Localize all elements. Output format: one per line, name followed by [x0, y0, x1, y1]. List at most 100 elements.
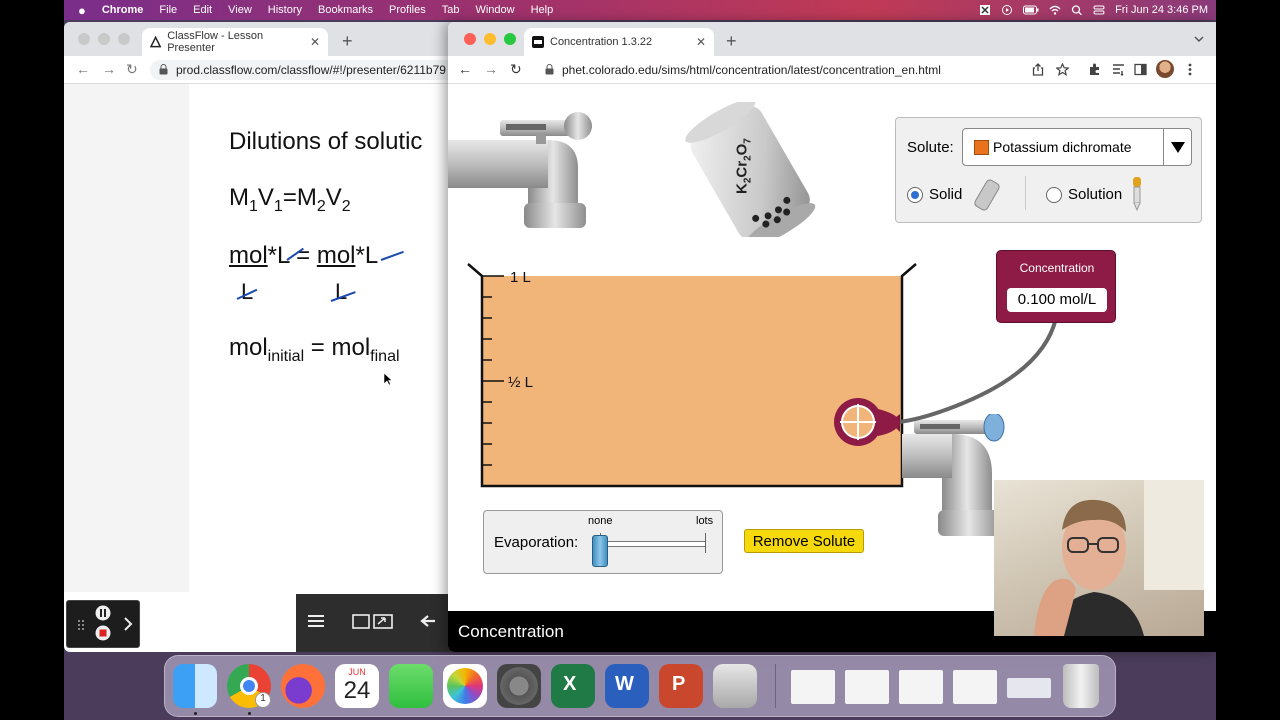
dilution-equation: M1V1=M2V2 — [229, 184, 351, 216]
trash-icon[interactable] — [1063, 664, 1099, 708]
solute-label: Solute: — [907, 139, 954, 156]
chevron-down-icon[interactable] — [1194, 35, 1204, 43]
url-bar[interactable]: phet.colorado.edu/sims/html/concentratio… — [536, 60, 1082, 80]
tab-title: Concentration 1.3.22 — [550, 36, 653, 48]
media-play-icon[interactable] — [1001, 5, 1013, 15]
mol-final-sub: final — [370, 347, 400, 365]
calendar-icon[interactable]: JUN 24 — [335, 664, 379, 708]
forward-button[interactable]: → — [102, 61, 116, 77]
back-button[interactable]: ← — [458, 61, 472, 77]
reload-button[interactable]: ↻ — [126, 61, 138, 78]
calendar-month: JUN — [348, 667, 366, 677]
meter-caption: Concentration — [1019, 261, 1095, 275]
arrow-left-icon[interactable] — [420, 614, 436, 628]
eq-sub1: 1 — [249, 197, 258, 215]
minimize-window-button[interactable] — [98, 33, 110, 45]
chrome-window-thumbnail[interactable] — [953, 670, 997, 704]
menu-icon[interactable] — [308, 614, 324, 628]
stop-record-icon[interactable] — [95, 625, 111, 641]
firefox-icon[interactable] — [281, 664, 325, 708]
concentration-meter[interactable]: Concentration 0.100 mol/L — [996, 250, 1116, 323]
menu-bookmarks[interactable]: Bookmarks — [310, 4, 381, 16]
dock: 1 JUN 24 X W P — [164, 655, 1116, 717]
control-center-icon[interactable] — [1093, 5, 1105, 15]
search-icon[interactable] — [1071, 5, 1083, 15]
url-bar[interactable]: prod.classflow.com/classflow/#!/presente… — [150, 60, 464, 80]
menu-help[interactable]: Help — [523, 4, 562, 16]
menu-history[interactable]: History — [260, 4, 310, 16]
reading-list-icon[interactable] — [1112, 63, 1125, 76]
menu-profiles[interactable]: Profiles — [381, 4, 434, 16]
evaporation-slider-track[interactable] — [600, 541, 706, 547]
eq-v1: V — [257, 184, 274, 211]
bookmark-star-icon[interactable] — [1056, 63, 1069, 76]
zoom-window-button[interactable] — [118, 33, 130, 45]
reload-button[interactable]: ↻ — [510, 61, 522, 78]
more-options-icon[interactable] — [1188, 63, 1192, 76]
zoom-window-button[interactable] — [504, 33, 516, 45]
remove-solute-button[interactable]: Remove Solute — [744, 529, 864, 553]
tab-classflow[interactable]: ClassFlow - Lesson Presenter ✕ — [142, 28, 328, 56]
new-tab-button[interactable]: + — [726, 31, 737, 52]
solute-combo-box[interactable]: Potassium dichromate — [962, 128, 1192, 166]
menu-tab[interactable]: Tab — [434, 4, 468, 16]
shaker-small-icon — [974, 179, 1000, 211]
excel-icon[interactable]: X — [551, 664, 595, 708]
word-icon[interactable]: W — [605, 664, 649, 708]
tab-concentration[interactable]: Concentration 1.3.22 ✕ — [524, 28, 714, 56]
new-tab-button[interactable]: + — [342, 31, 353, 52]
powerpoint-icon[interactable]: P — [659, 664, 703, 708]
menu-clock[interactable]: Fri Jun 24 3:46 PM — [1115, 4, 1208, 16]
solute-shaker-icon[interactable]: K2Cr2O7 — [680, 102, 825, 237]
chrome-window-thumbnail[interactable] — [1007, 678, 1051, 698]
lesson-canvas[interactable]: Dilutions of solutic M1V1=M2V2 mol*L = m… — [189, 84, 464, 592]
chrome-window-thumbnail[interactable] — [791, 670, 835, 704]
extensions-icon[interactable] — [1088, 63, 1101, 76]
dropdown-arrow-icon[interactable] — [1170, 141, 1186, 154]
menu-edit[interactable]: Edit — [185, 4, 220, 16]
chrome-window-thumbnail[interactable] — [845, 670, 889, 704]
drag-handle-icon[interactable] — [77, 619, 85, 631]
chrome-window-thumbnail[interactable] — [899, 670, 943, 704]
presenter-toolbar — [296, 594, 464, 652]
eq-sub4: 2 — [341, 197, 351, 215]
screen-recorder-icon[interactable] — [713, 664, 757, 708]
close-window-button[interactable] — [464, 33, 476, 45]
calendar-day: 24 — [343, 677, 371, 704]
units-equation: mol*L = mol*L — [229, 242, 378, 270]
forward-button[interactable]: → — [484, 61, 498, 77]
battery-icon[interactable] — [1023, 5, 1039, 15]
avatar[interactable] — [1156, 60, 1174, 78]
solution-radio[interactable] — [1046, 187, 1062, 203]
right-tab-bar: Concentration 1.3.22 ✕ + — [448, 22, 1216, 56]
menu-bar: ● Chrome File Edit View History Bookmark… — [64, 0, 1216, 20]
chrome-icon[interactable]: 1 — [227, 664, 271, 708]
menu-window[interactable]: Window — [467, 4, 522, 16]
pause-icon[interactable] — [95, 605, 111, 621]
wifi-icon[interactable] — [1049, 5, 1061, 15]
menu-app-name[interactable]: Chrome — [94, 4, 152, 16]
share-icon[interactable] — [1032, 63, 1044, 76]
record-stop-icon[interactable] — [979, 5, 991, 15]
apple-menu-icon[interactable]: ● — [64, 3, 94, 18]
minimize-window-button[interactable] — [484, 33, 496, 45]
menu-file[interactable]: File — [151, 4, 185, 16]
chevron-right-icon[interactable] — [123, 617, 133, 631]
side-panel-icon[interactable] — [1134, 63, 1147, 76]
evaporation-slider-thumb[interactable] — [592, 535, 608, 567]
close-tab-icon[interactable]: ✕ — [310, 35, 320, 49]
screen-view-icon[interactable] — [352, 614, 394, 630]
solid-radio[interactable] — [907, 187, 923, 203]
messages-icon[interactable] — [389, 664, 433, 708]
dock-separator — [775, 664, 776, 708]
water-faucet-icon[interactable] — [448, 98, 598, 233]
menu-view[interactable]: View — [220, 4, 260, 16]
lock-icon — [159, 64, 168, 75]
finder-icon[interactable] — [173, 664, 217, 708]
system-preferences-icon[interactable] — [497, 664, 541, 708]
back-button[interactable]: ← — [76, 61, 90, 77]
close-window-button[interactable] — [78, 33, 90, 45]
close-tab-icon[interactable]: ✕ — [696, 35, 706, 49]
photos-icon[interactable] — [443, 664, 487, 708]
concentration-probe[interactable] — [828, 314, 1058, 454]
